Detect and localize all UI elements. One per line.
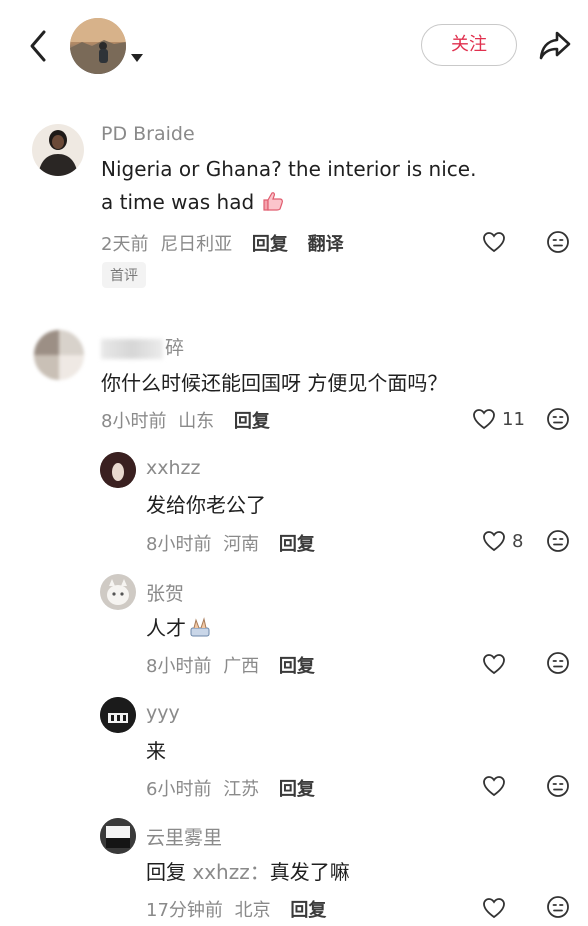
like-button[interactable]: 11 (472, 406, 525, 432)
blurred-name-redaction (101, 338, 163, 359)
back-arrow-icon[interactable] (22, 26, 56, 66)
reply-time: 17分钟前 (146, 900, 223, 921)
comment-location: 山东 (178, 411, 215, 432)
reply-location: 河南 (223, 534, 260, 555)
like-button[interactable] (482, 229, 506, 255)
reply-text: 发给你老公了 (146, 493, 266, 517)
translate-button[interactable]: 翻译 (308, 234, 344, 255)
follow-button[interactable]: 关注 (421, 24, 517, 66)
comment-text-line2: a time was had (101, 190, 285, 217)
like-button[interactable]: 8 (482, 528, 523, 554)
heart-icon (483, 531, 505, 552)
reply-time: 6小时前 (146, 779, 212, 800)
dislike-icon[interactable] (546, 774, 570, 798)
heart-icon (483, 776, 505, 797)
reply-meta: 8小时前 河南 回复 (146, 530, 315, 556)
heart-icon (473, 409, 495, 430)
replier-name[interactable]: yyy (146, 702, 180, 724)
reply-text-line: 人才 (146, 612, 212, 643)
reply-location: 广西 (223, 656, 260, 677)
replier-name[interactable]: xxhzz (146, 457, 200, 479)
commenter-name[interactable]: 碎 (101, 333, 184, 360)
heart-icon (483, 232, 505, 253)
reply-button[interactable]: 回复 (252, 234, 288, 255)
like-count: 11 (502, 408, 525, 430)
avatar[interactable] (32, 124, 84, 176)
reply-button[interactable]: 回复 (279, 779, 315, 800)
reply-prefix: 回复 (146, 860, 186, 884)
comment-text: Nigeria or Ghana? the interior is nice. (101, 157, 477, 181)
like-button[interactable] (482, 895, 506, 921)
avatar[interactable] (100, 452, 136, 488)
reply-time: 8小时前 (146, 656, 212, 677)
commenter-name[interactable]: PD Braide (101, 123, 195, 145)
top-bar: 关注 (0, 0, 588, 92)
comment-text: 你什么时候还能回国呀 方便见个面吗？ (101, 371, 448, 395)
avatar[interactable] (100, 818, 136, 854)
dislike-icon[interactable] (546, 529, 570, 553)
comment-location: 尼日利亚 (160, 234, 233, 255)
reply-button[interactable]: 回复 (279, 534, 315, 555)
avatar[interactable] (100, 697, 136, 733)
author-avatar[interactable] (70, 18, 126, 74)
reply-meta: 17分钟前 北京 回复 (146, 896, 326, 922)
reply-button[interactable]: 回复 (234, 411, 270, 432)
reply-text: 来 (146, 739, 166, 763)
comment-time: 2天前 (101, 234, 149, 255)
dislike-icon[interactable] (546, 895, 570, 919)
reply-text-line: 回复 xxhzz：真发了嘛 (146, 856, 350, 885)
like-button[interactable] (482, 773, 506, 799)
reply-meta: 6小时前 江苏 回复 (146, 775, 315, 801)
like-count: 8 (512, 530, 524, 552)
dislike-icon[interactable] (546, 407, 570, 431)
reply-text: 真发了嘛 (269, 860, 350, 884)
reply-time: 8小时前 (146, 534, 212, 555)
reply-to-user[interactable]: xxhzz： (192, 860, 269, 884)
first-comment-badge: 首评 (102, 262, 146, 288)
heart-icon (483, 898, 505, 919)
replier-name[interactable]: 云里雾里 (146, 823, 222, 850)
reply-meta: 8小时前 广西 回复 (146, 652, 315, 678)
share-icon[interactable] (537, 27, 573, 63)
avatar[interactable] (34, 330, 84, 380)
reply-location: 江苏 (223, 779, 260, 800)
reply-button[interactable]: 回复 (290, 900, 326, 921)
avatar[interactable] (100, 574, 136, 610)
dislike-icon[interactable] (546, 651, 570, 675)
replier-name[interactable]: 张贺 (146, 579, 184, 606)
comment-time: 8小时前 (101, 411, 167, 432)
reply-location: 北京 (234, 900, 271, 921)
comment-meta: 2天前 尼日利亚 回复 翻译 (101, 230, 344, 256)
dislike-icon[interactable] (546, 230, 570, 254)
caret-down-icon[interactable] (130, 48, 144, 62)
like-button[interactable] (482, 651, 506, 677)
heart-icon (483, 654, 505, 675)
comment-meta: 8小时前 山东 回复 (101, 407, 270, 433)
reply-button[interactable]: 回复 (279, 656, 315, 677)
thumbs-up-emoji-icon (261, 190, 285, 217)
clapping-emoji-icon (188, 616, 212, 643)
